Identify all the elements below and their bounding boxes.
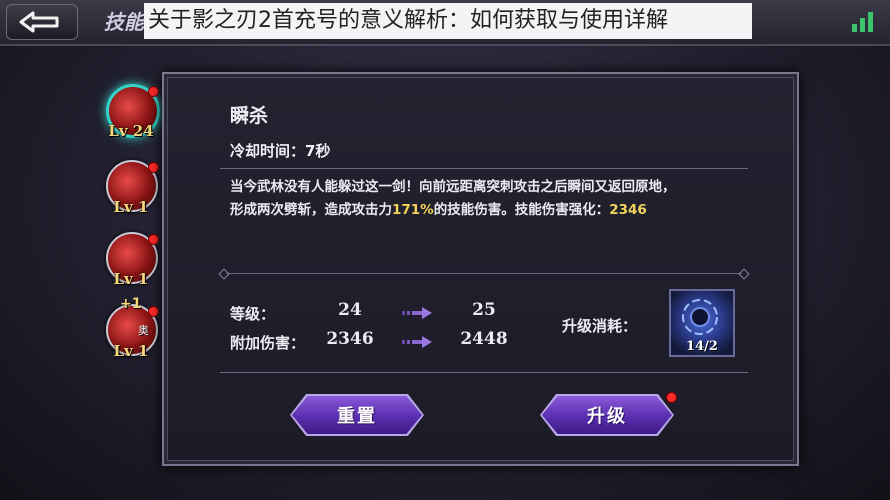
notify-dot-icon <box>148 234 159 245</box>
skill-name: 瞬杀 <box>230 105 269 127</box>
diamond-icon <box>218 268 230 280</box>
upgrade-cost-label: 升级消耗： <box>562 317 638 335</box>
description-text: 形成两次劈斩，造成攻击力 <box>230 202 392 218</box>
damage-boost-value: 2346 <box>609 202 647 218</box>
diamond-icon <box>738 268 750 280</box>
cooldown-text: 冷却时间：7秒 <box>230 142 331 160</box>
skill-plus: +1 <box>120 296 142 312</box>
arrow-right-icon <box>402 336 432 348</box>
skill-slot-3[interactable]: Lv 1 <box>98 232 164 304</box>
skill-level: Lv 1 <box>113 342 149 360</box>
damage-current: 2346 <box>326 329 374 349</box>
section-divider <box>218 268 750 280</box>
notify-dot-icon <box>148 162 159 173</box>
back-button[interactable] <box>6 4 78 40</box>
level-current: 24 <box>338 300 362 320</box>
level-next: 25 <box>472 300 496 320</box>
notify-dot-icon <box>148 86 159 97</box>
skill-level: Lv 1 <box>113 270 149 288</box>
signal-icon <box>852 12 873 32</box>
skill-tag: 奥 <box>138 324 149 337</box>
arrow-right-icon <box>402 307 432 319</box>
skill-slot-2[interactable]: Lv 1 <box>98 160 164 232</box>
upgrade-button[interactable]: 升级 <box>542 396 672 434</box>
tab-title: 技能 <box>104 10 144 34</box>
vortex-orb-icon <box>682 299 718 335</box>
divider-line <box>220 168 748 169</box>
level-label: 等级： <box>230 305 276 323</box>
description-text: 的技能伤害。技能伤害强化： <box>433 202 610 218</box>
notify-dot-icon <box>148 306 159 317</box>
reset-button[interactable]: 重置 <box>292 396 422 434</box>
banner-title: 关于影之刃2首充号的意义解析：如何获取与使用详解 <box>144 3 752 39</box>
skill-slot-4[interactable]: +1 奥 Lv 1 <box>98 296 164 376</box>
damage-percent: 171% <box>392 202 434 218</box>
skill-level: Lv 1 <box>113 198 149 216</box>
top-bar: 技能 关于影之刃2首充号的意义解析：如何获取与使用详解 <box>0 0 890 46</box>
skill-slot-1[interactable]: Lv 24 <box>98 84 164 156</box>
back-arrow-icon <box>19 11 59 33</box>
skill-description: 当今武林没有人能躲过这一剑！向前远距离突刺攻击之后瞬间又返回原地， 形成两次劈斩… <box>230 176 750 222</box>
divider-line <box>226 273 742 274</box>
description-line: 形成两次劈斩，造成攻击力171%的技能伤害。技能伤害强化：2346 <box>230 199 750 222</box>
divider-line <box>220 372 748 373</box>
skill-detail-panel: 瞬杀 冷却时间：7秒 当今武林没有人能躲过这一剑！向前远距离突刺攻击之后瞬间又返… <box>162 72 799 466</box>
skill-level: Lv 24 <box>108 122 154 140</box>
damage-label: 附加伤害： <box>230 334 306 352</box>
damage-next: 2448 <box>460 329 508 349</box>
item-count: 14/2 <box>686 339 718 354</box>
upgrade-material-item[interactable]: 14/2 <box>669 289 735 357</box>
description-line: 当今武林没有人能躲过这一剑！向前远距离突刺攻击之后瞬间又返回原地， <box>230 179 676 195</box>
notify-dot-icon <box>666 392 677 403</box>
